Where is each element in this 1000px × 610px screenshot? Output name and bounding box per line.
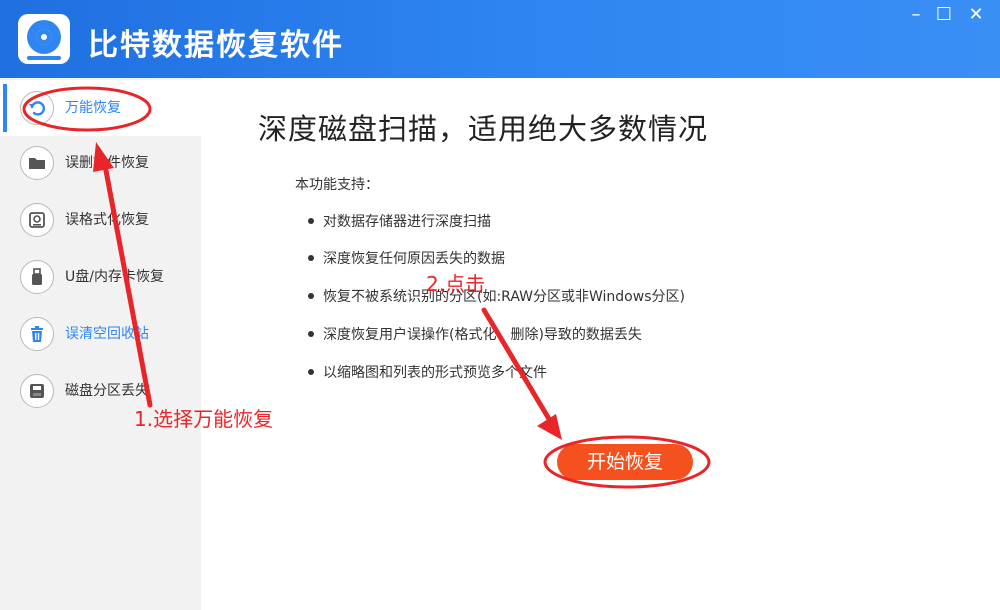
- annotation-step2: 2.点击: [426, 272, 486, 296]
- arrowhead-step2: [537, 414, 562, 440]
- undo-icon: [20, 91, 54, 125]
- app-logo: [18, 14, 70, 64]
- feature-item: 以缩略图和列表的形式预览多个文件: [308, 362, 547, 382]
- app-title: 比特数据恢复软件: [88, 28, 344, 63]
- partition-icon: [20, 374, 54, 408]
- page-title: 深度磁盘扫描，适用绝大多数情况: [258, 112, 709, 146]
- feature-item: 恢复不被系统识别的分区(如:RAW分区或非Windows分区): [308, 286, 685, 306]
- bullet-icon: [308, 255, 314, 261]
- sidebar-item-label: 误格式化恢复: [65, 212, 149, 228]
- sidebar: 万能恢复 误删文件恢复 误格式化恢复 U盘/内存卡恢复 误清空回收站 磁盘分区丢…: [0, 78, 201, 610]
- usb-icon: [20, 260, 54, 294]
- feature-text: 对数据存储器进行深度扫描: [323, 214, 491, 230]
- sidebar-item-universal-recovery[interactable]: 万能恢复: [0, 80, 201, 136]
- folder-icon: [20, 146, 54, 180]
- minimize-button[interactable]: –: [902, 4, 930, 26]
- sidebar-item-label: U盘/内存卡恢复: [65, 269, 164, 285]
- support-intro: 本功能支持：: [295, 177, 379, 193]
- annotation-step1: 1.选择万能恢复: [134, 407, 274, 431]
- sidebar-item-label: 误删文件恢复: [65, 155, 149, 171]
- sidebar-item-recycle-bin-recovery[interactable]: 误清空回收站: [0, 306, 201, 362]
- close-button[interactable]: ✕: [962, 4, 990, 26]
- bullet-icon: [308, 293, 314, 299]
- feature-text: 恢复不被系统识别的分区(如:RAW分区或非Windows分区): [323, 289, 685, 305]
- bullet-icon: [308, 218, 314, 224]
- feature-item: 深度恢复任何原因丢失的数据: [308, 248, 505, 268]
- sidebar-item-deleted-file-recovery[interactable]: 误删文件恢复: [0, 135, 201, 191]
- sidebar-item-usb-recovery[interactable]: U盘/内存卡恢复: [0, 249, 201, 305]
- maximize-button[interactable]: ☐: [930, 4, 958, 26]
- start-recovery-button[interactable]: 开始恢复: [557, 444, 693, 480]
- title-bar: 比特数据恢复软件 – ☐ ✕: [0, 0, 1000, 78]
- bullet-icon: [308, 331, 314, 337]
- sidebar-item-format-recovery[interactable]: 误格式化恢复: [0, 192, 201, 248]
- trash-icon: [20, 317, 54, 351]
- feature-item: 对数据存储器进行深度扫描: [308, 211, 491, 231]
- feature-item: 深度恢复用户误操作(格式化、删除)导致的数据丢失: [308, 324, 642, 344]
- feature-text: 以缩略图和列表的形式预览多个文件: [323, 365, 547, 381]
- feature-text: 深度恢复任何原因丢失的数据: [323, 251, 505, 267]
- sidebar-item-label: 万能恢复: [65, 100, 121, 116]
- feature-text: 深度恢复用户误操作(格式化、删除)导致的数据丢失: [323, 327, 642, 343]
- disk-format-icon: [20, 203, 54, 237]
- bullet-icon: [308, 369, 314, 375]
- sidebar-item-label: 误清空回收站: [65, 326, 149, 342]
